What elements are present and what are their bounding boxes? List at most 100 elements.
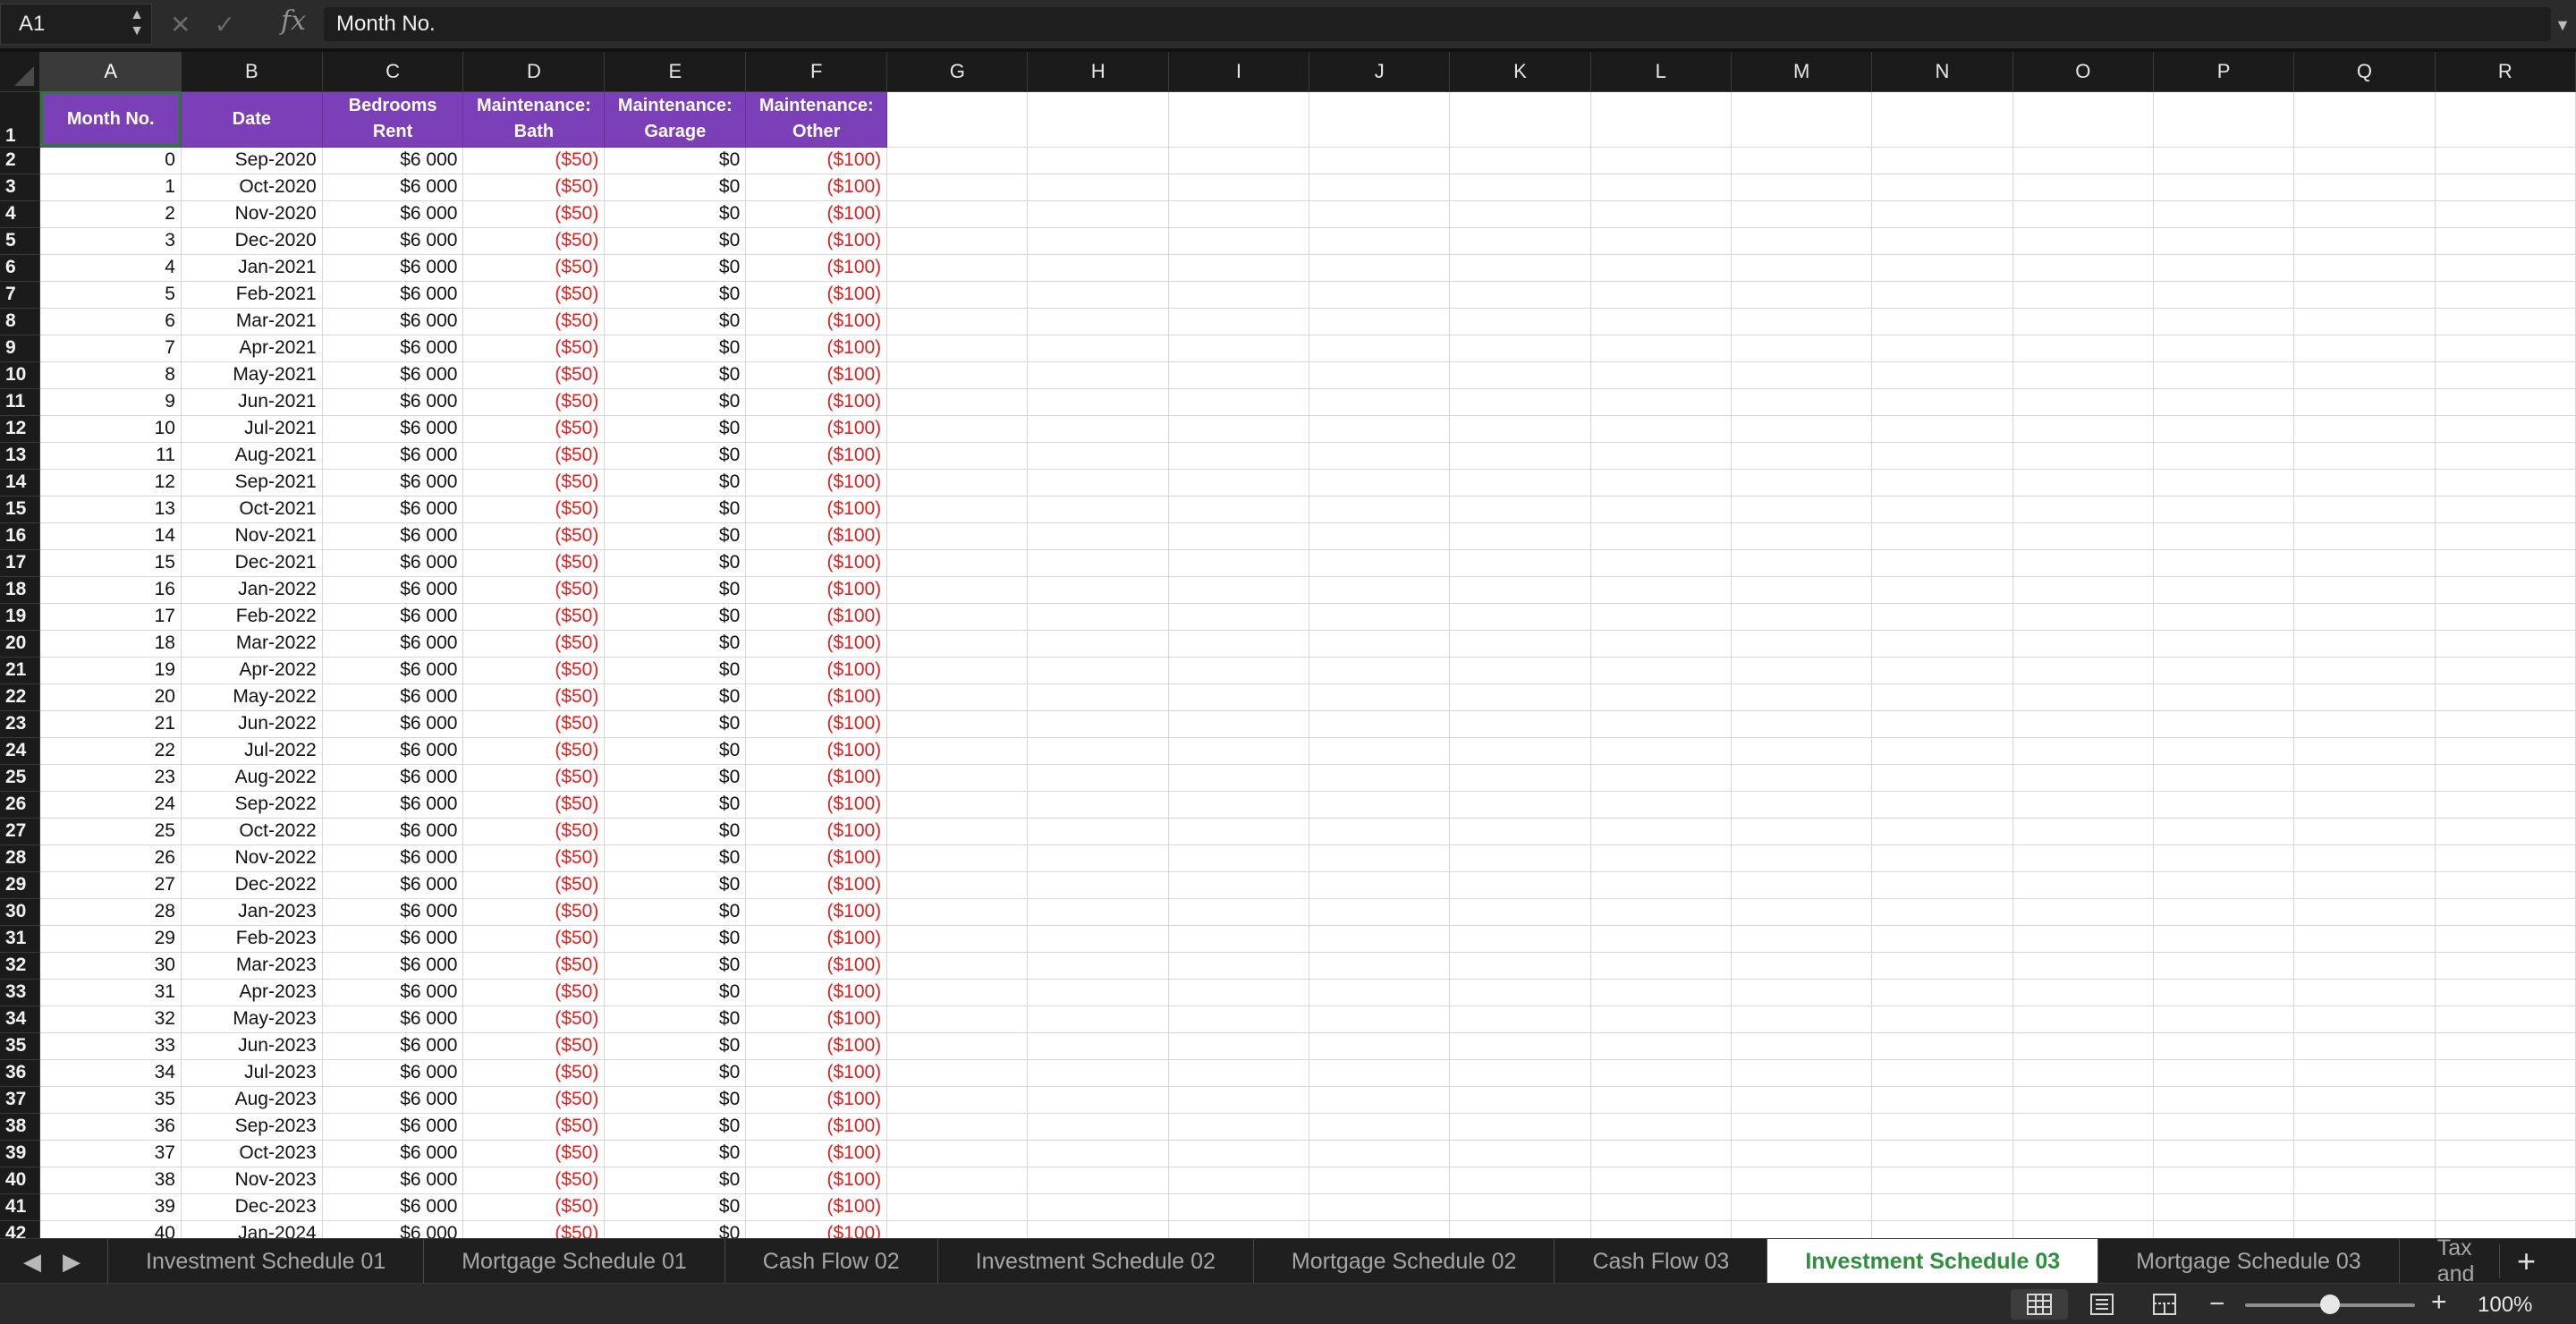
data-cell[interactable]: $6 000 <box>322 147 464 174</box>
empty-cell[interactable] <box>1590 1140 1732 1167</box>
data-cell[interactable]: ($50) <box>462 388 606 416</box>
empty-cell[interactable] <box>1309 871 1451 899</box>
data-cell[interactable]: 19 <box>39 657 182 684</box>
data-cell[interactable]: $0 <box>604 147 747 174</box>
data-cell[interactable]: ($50) <box>462 952 606 980</box>
data-cell[interactable]: ($50) <box>462 281 606 309</box>
row-header[interactable]: 1 <box>0 91 41 148</box>
data-cell[interactable]: 24 <box>39 791 182 819</box>
empty-cell[interactable] <box>2012 871 2154 899</box>
empty-cell[interactable] <box>2293 576 2436 604</box>
empty-cell[interactable] <box>1309 1113 1451 1141</box>
data-cell[interactable]: Oct-2023 <box>181 1140 323 1167</box>
empty-cell[interactable] <box>1449 1059 1591 1087</box>
data-cell[interactable]: ($100) <box>745 174 888 201</box>
empty-cell[interactable] <box>1027 174 1169 201</box>
data-cell[interactable]: $0 <box>604 442 747 470</box>
data-cell[interactable]: ($100) <box>745 844 888 872</box>
empty-cell[interactable] <box>886 1167 1029 1194</box>
data-cell[interactable]: ($100) <box>745 1167 888 1194</box>
empty-cell[interactable] <box>1590 603 1732 631</box>
empty-cell[interactable] <box>1731 1032 1873 1060</box>
empty-cell[interactable] <box>1309 1006 1451 1033</box>
column-header-p[interactable]: P <box>2153 52 2295 92</box>
empty-cell[interactable] <box>1168 657 1310 684</box>
empty-cell[interactable] <box>886 91 1029 148</box>
data-cell[interactable]: ($100) <box>745 791 888 819</box>
data-cell[interactable]: Apr-2021 <box>181 335 323 362</box>
empty-cell[interactable] <box>1731 737 1873 765</box>
empty-cell[interactable] <box>1871 1140 2013 1167</box>
empty-cell[interactable] <box>2012 657 2154 684</box>
empty-cell[interactable] <box>1590 1193 1732 1221</box>
column-header-c[interactable]: C <box>322 52 464 92</box>
empty-cell[interactable] <box>1871 174 2013 201</box>
data-cell[interactable]: ($100) <box>745 818 888 845</box>
empty-cell[interactable] <box>1449 147 1591 174</box>
data-cell[interactable]: ($100) <box>745 361 888 389</box>
empty-cell[interactable] <box>1731 147 1873 174</box>
empty-cell[interactable] <box>2293 791 2436 819</box>
data-cell[interactable]: Sep-2022 <box>181 791 323 819</box>
data-cell[interactable]: $6 000 <box>322 469 464 496</box>
data-cell[interactable]: ($100) <box>745 1220 888 1238</box>
empty-cell[interactable] <box>1590 361 1732 389</box>
empty-cell[interactable] <box>1871 871 2013 899</box>
empty-cell[interactable] <box>2293 522 2436 550</box>
empty-cell[interactable] <box>2012 442 2154 470</box>
empty-cell[interactable] <box>1871 388 2013 416</box>
data-cell[interactable]: $6 000 <box>322 979 464 1006</box>
data-cell[interactable]: Aug-2021 <box>181 442 323 470</box>
data-cell[interactable]: ($50) <box>462 496 606 523</box>
empty-cell[interactable] <box>886 979 1029 1006</box>
empty-cell[interactable] <box>1027 1086 1169 1114</box>
empty-cell[interactable] <box>2153 442 2295 470</box>
data-cell[interactable]: $0 <box>604 308 747 335</box>
empty-cell[interactable] <box>2153 1113 2295 1141</box>
empty-cell[interactable] <box>1731 254 1873 282</box>
data-cell[interactable]: 33 <box>39 1032 182 1060</box>
empty-cell[interactable] <box>1449 442 1591 470</box>
empty-cell[interactable] <box>2293 764 2436 792</box>
empty-cell[interactable] <box>2153 549 2295 577</box>
data-cell[interactable]: ($100) <box>745 549 888 577</box>
empty-cell[interactable] <box>1027 979 1169 1006</box>
empty-cell[interactable] <box>2293 657 2436 684</box>
empty-cell[interactable] <box>1168 496 1310 523</box>
empty-cell[interactable] <box>1731 844 1873 872</box>
empty-cell[interactable] <box>2012 1193 2154 1221</box>
data-cell[interactable]: Jun-2023 <box>181 1032 323 1060</box>
empty-cell[interactable] <box>1168 1113 1310 1141</box>
empty-cell[interactable] <box>1449 496 1591 523</box>
empty-cell[interactable] <box>1449 308 1591 335</box>
data-cell[interactable]: ($50) <box>462 818 606 845</box>
empty-cell[interactable] <box>1309 308 1451 335</box>
empty-cell[interactable] <box>1871 227 2013 255</box>
empty-cell[interactable] <box>2293 710 2436 738</box>
empty-cell[interactable] <box>886 174 1029 201</box>
data-cell[interactable]: $6 000 <box>322 522 464 550</box>
data-cell[interactable]: ($50) <box>462 576 606 604</box>
data-cell[interactable]: ($100) <box>745 710 888 738</box>
empty-cell[interactable] <box>2293 254 2436 282</box>
empty-cell[interactable] <box>1449 254 1591 282</box>
empty-cell[interactable] <box>1027 603 1169 631</box>
empty-cell[interactable] <box>1449 844 1591 872</box>
empty-cell[interactable] <box>1590 1032 1732 1060</box>
empty-cell[interactable] <box>2293 1006 2436 1033</box>
empty-cell[interactable] <box>1309 898 1451 926</box>
empty-cell[interactable] <box>2153 898 2295 926</box>
empty-cell[interactable] <box>2012 979 2154 1006</box>
data-cell[interactable]: $6 000 <box>322 898 464 926</box>
data-cell[interactable]: ($50) <box>462 227 606 255</box>
data-cell[interactable]: 14 <box>39 522 182 550</box>
empty-cell[interactable] <box>2153 361 2295 389</box>
data-cell[interactable]: $0 <box>604 1193 747 1221</box>
data-cell[interactable]: $0 <box>604 764 747 792</box>
column-header-d[interactable]: D <box>462 52 606 92</box>
empty-cell[interactable] <box>2435 871 2576 899</box>
empty-cell[interactable] <box>2153 1140 2295 1167</box>
column-header-r[interactable]: R <box>2435 52 2576 92</box>
empty-cell[interactable] <box>2153 1059 2295 1087</box>
data-cell[interactable]: 1 <box>39 174 182 201</box>
